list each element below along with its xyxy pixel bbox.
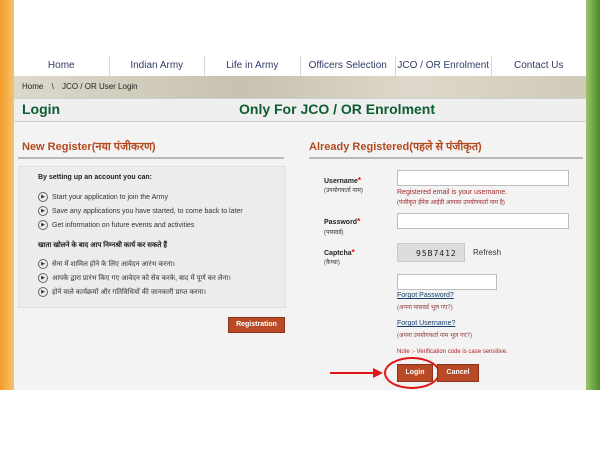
captcha-code: 95B7412 xyxy=(416,249,457,258)
bullet-icon: ▶ xyxy=(38,259,48,269)
verification-note: Note :- Verification code is case sensit… xyxy=(397,349,508,355)
right-side-stripe xyxy=(586,0,600,390)
username-label: Username* xyxy=(324,176,361,185)
forgot-username-hi[interactable]: (अपना उपयोगकर्ता नाम भूल गए?) xyxy=(397,331,472,339)
bullet-icon: ▶ xyxy=(38,220,48,230)
username-label-hi: (उपयोगकर्ता नाम) xyxy=(324,188,363,194)
nav-home[interactable]: Home xyxy=(14,56,110,76)
username-input[interactable] xyxy=(397,170,569,186)
breadcrumb-separator: \ xyxy=(51,82,54,91)
nav-life-in-army[interactable]: Life in Army xyxy=(205,56,301,76)
left-heading-en: By setting up an account you can: xyxy=(38,174,152,181)
bullet-icon: ▶ xyxy=(38,273,48,283)
left-item-hi-2: ▶ आपके द्वारा प्रारंभ किए गए आवेदन को सेव… xyxy=(38,273,231,283)
pointer-arrow-line xyxy=(330,372,374,374)
already-registered-title: Already Registered(पहले से पंजीकृत) xyxy=(309,141,482,153)
nav-indian-army[interactable]: Indian Army xyxy=(110,56,205,76)
breadcrumb: Home \ JCO / OR User Login xyxy=(22,82,144,91)
login-button[interactable]: Login xyxy=(397,364,433,382)
bullet-icon: ▶ xyxy=(38,192,48,202)
left-item-en-3: ▶ Get information on future events and ac… xyxy=(38,220,194,230)
captcha-image: 95B7412 xyxy=(397,243,465,262)
registration-button[interactable]: Registration xyxy=(228,317,285,333)
left-item-hi-1: ▶ सेना में शामिल होने के लिए आवेदन आरंभ क… xyxy=(38,259,175,269)
password-label: Password* xyxy=(324,217,361,226)
forgot-password-hi[interactable]: (अपना पासवर्ड भूल गए?) xyxy=(397,303,453,311)
left-divider xyxy=(18,157,284,159)
left-side-stripe xyxy=(0,0,14,390)
forgot-username-link[interactable]: Forgot Username? xyxy=(397,320,455,327)
password-label-hi: (पासवर्ड) xyxy=(324,230,344,236)
left-item-en-2: ▶ Save any applications you have started,… xyxy=(38,206,243,216)
breadcrumb-banner: Home \ JCO / OR User Login xyxy=(14,76,586,98)
password-input[interactable] xyxy=(397,213,569,229)
refresh-link[interactable]: Refresh xyxy=(473,248,501,257)
nav-jco-or-enrolment[interactable]: JCO / OR Enrolment xyxy=(396,56,492,76)
left-item-en-1: ▶ Start your application to join the Army xyxy=(38,192,168,202)
cancel-button[interactable]: Cancel xyxy=(437,364,479,382)
main-nav: Home Indian Army Life in Army Officers S… xyxy=(14,56,586,77)
forgot-password-link[interactable]: Forgot Password? xyxy=(397,292,454,299)
nav-contact-us[interactable]: Contact Us xyxy=(492,56,587,76)
bullet-icon: ▶ xyxy=(38,287,48,297)
header-space xyxy=(14,0,586,56)
nav-officers-selection[interactable]: Officers Selection xyxy=(301,56,396,76)
username-error-hi: (पंजीकृत ईमेल आईडी आपका उपयोगकर्ता नाम ह… xyxy=(397,200,505,206)
bullet-icon: ▶ xyxy=(38,206,48,216)
left-item-hi-3: ▶ होने वाले कार्यक्रमों और गतिविधियों की … xyxy=(38,287,206,297)
breadcrumb-current: JCO / OR User Login xyxy=(62,82,138,91)
login-title: Login xyxy=(22,101,61,117)
captcha-label-hi: (कैप्चा) xyxy=(324,260,340,266)
left-heading-hi: खाता खोलने के बाद आप निम्नश्री कार्य कर … xyxy=(38,242,168,249)
pointer-arrow-head xyxy=(373,368,383,378)
right-divider xyxy=(309,157,583,159)
username-error-en: Registered email is your username. xyxy=(397,189,508,196)
captcha-input[interactable] xyxy=(397,274,497,290)
breadcrumb-home[interactable]: Home xyxy=(22,82,43,91)
captcha-label: Captcha* xyxy=(324,248,355,257)
new-register-title: New Register(नया पंजीकरण) xyxy=(22,141,156,153)
page-title-bar: Login Only For JCO / OR Enrolment xyxy=(14,98,586,122)
center-title: Only For JCO / OR Enrolment xyxy=(239,101,436,117)
